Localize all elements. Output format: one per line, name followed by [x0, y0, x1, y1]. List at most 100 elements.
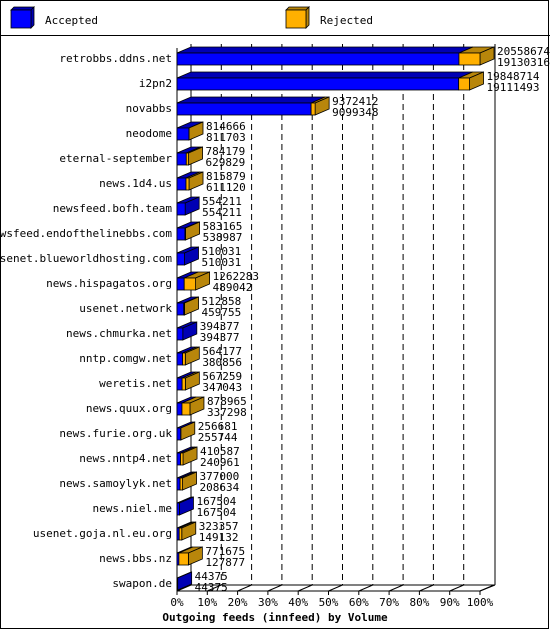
bar-accepted-top — [176, 96, 326, 104]
category-label: nntp.comgw.net — [79, 352, 172, 365]
value-label-accepted: 538987 — [203, 231, 243, 244]
category-label: weretis.net — [99, 377, 172, 390]
value-label-accepted: 127877 — [205, 556, 245, 569]
bar-rejected — [183, 302, 185, 316]
bar-accepted — [176, 102, 312, 116]
bar-accepted — [176, 177, 187, 191]
bar-accepted — [176, 327, 184, 341]
bar-accepted-top — [176, 71, 473, 79]
value-label-accepted: 489042 — [213, 281, 253, 294]
bar-accepted — [176, 477, 181, 491]
floor-tick — [449, 584, 464, 592]
x-tick-label: 0% — [170, 596, 184, 609]
category-label: usenet.network — [79, 302, 172, 315]
bar-accepted — [176, 52, 460, 66]
bar-accepted — [176, 77, 460, 91]
category-label: i2pn2 — [139, 77, 172, 90]
x-tick-label: 30% — [258, 596, 278, 609]
bar-accepted — [176, 227, 186, 241]
category-label: newsfeed.bofh.team — [53, 202, 173, 215]
floor-tick — [298, 584, 313, 592]
bar-accepted — [176, 402, 183, 416]
bar-side — [177, 571, 193, 591]
category-label: news.bbs.nz — [99, 552, 172, 565]
value-label-accepted: 19111493 — [487, 81, 540, 94]
legend-swatch-rejected-top — [285, 6, 310, 11]
chart-svg: Accepted Rejected 0% 10% 20% 30% 40% 50% 60% 70% 8… — [0, 0, 550, 629]
bar-rejected — [180, 452, 184, 466]
chart: Accepted Rejected 0% 10% 20% 30% 40% 50% 60% 70% 8… — [0, 0, 550, 630]
bar-rejected — [181, 402, 191, 416]
bar-accepted — [176, 502, 180, 516]
x-tick-label: 100% — [467, 596, 494, 609]
category-label: news.furie.org.uk — [59, 427, 172, 440]
category-label: newsfeed.endofthelinebbs.com — [0, 227, 172, 240]
bar-accepted — [176, 377, 183, 391]
floor-tick — [388, 584, 404, 592]
bar-accepted-top — [176, 46, 474, 54]
floor-tick — [479, 584, 495, 592]
bar-accepted — [176, 427, 182, 441]
category-label: news.1d4.us — [99, 177, 172, 190]
category-label: news.chmurka.net — [66, 327, 172, 340]
value-label-accepted: 208634 — [200, 481, 240, 494]
legend-swatch-accepted-top — [10, 6, 35, 11]
category-label: news.quux.org — [86, 402, 172, 415]
bar-rejected — [182, 352, 186, 366]
bar-side — [180, 421, 196, 441]
bar-rejected — [310, 102, 316, 116]
x-tick-label: 90% — [440, 596, 460, 609]
bar-accepted — [176, 202, 186, 216]
x-tick-label: 20% — [228, 596, 248, 609]
value-label-accepted: 811703 — [206, 131, 246, 144]
bar-rejected — [458, 77, 470, 91]
bar-accepted — [176, 452, 181, 466]
value-label-accepted: 554211 — [202, 206, 242, 219]
category-label: news.nntp4.net — [79, 452, 172, 465]
value-label-accepted: 167504 — [196, 506, 236, 519]
category-label: news.samoylyk.net — [59, 477, 172, 490]
legend-swatch-rejected-side — [305, 6, 310, 29]
value-label-accepted: 255744 — [198, 431, 238, 444]
value-label-accepted: 380856 — [202, 356, 242, 369]
value-label-accepted: 347043 — [202, 381, 242, 394]
bar-accepted — [176, 352, 184, 366]
category-label: swapon.de — [112, 577, 172, 590]
bar-rejected — [183, 277, 197, 291]
x-tick-label: 80% — [409, 596, 429, 609]
category-label: eternal-september — [59, 152, 172, 165]
x-tick-label: 40% — [288, 596, 308, 609]
value-label-accepted: 19130316 — [497, 56, 550, 69]
chart-title: Outgoing feeds (innfeed) by Volume — [162, 611, 388, 624]
bar-accepted — [176, 277, 185, 291]
x-tick-label: 50% — [319, 596, 339, 609]
value-label-accepted: 44375 — [195, 581, 228, 594]
bar-rejected — [178, 527, 183, 541]
value-label-accepted: 149132 — [199, 531, 239, 544]
value-label-accepted: 9099348 — [332, 106, 378, 119]
category-label: novabbs — [126, 102, 172, 115]
bar-rejected — [185, 152, 189, 166]
legend-label-rejected: Rejected — [320, 14, 373, 27]
value-label-accepted: 629829 — [206, 156, 246, 169]
floor-tick — [237, 584, 252, 592]
bar-rejected — [179, 477, 183, 491]
bar-accepted — [176, 252, 185, 266]
bar-accepted — [176, 152, 187, 166]
floor-tick — [358, 584, 373, 592]
category-label: usenet.blueworldhosting.com — [0, 252, 172, 265]
value-label-accepted: 611120 — [206, 181, 246, 194]
bar-accepted — [176, 127, 190, 141]
category-label: neodome — [126, 127, 172, 140]
bar-rejected — [184, 227, 186, 241]
value-label-accepted: 510031 — [202, 256, 242, 269]
value-label-accepted: 394377 — [200, 331, 240, 344]
legend-label-accepted: Accepted — [45, 14, 98, 27]
category-label: usenet.goja.nl.eu.org — [33, 527, 172, 540]
bar-rejected — [185, 177, 190, 191]
floor-tick — [267, 584, 283, 592]
floor-tick — [328, 584, 343, 592]
bar-accepted — [176, 577, 179, 591]
legend-swatch-accepted — [10, 9, 32, 29]
legend-swatch-accepted-side — [30, 6, 35, 29]
